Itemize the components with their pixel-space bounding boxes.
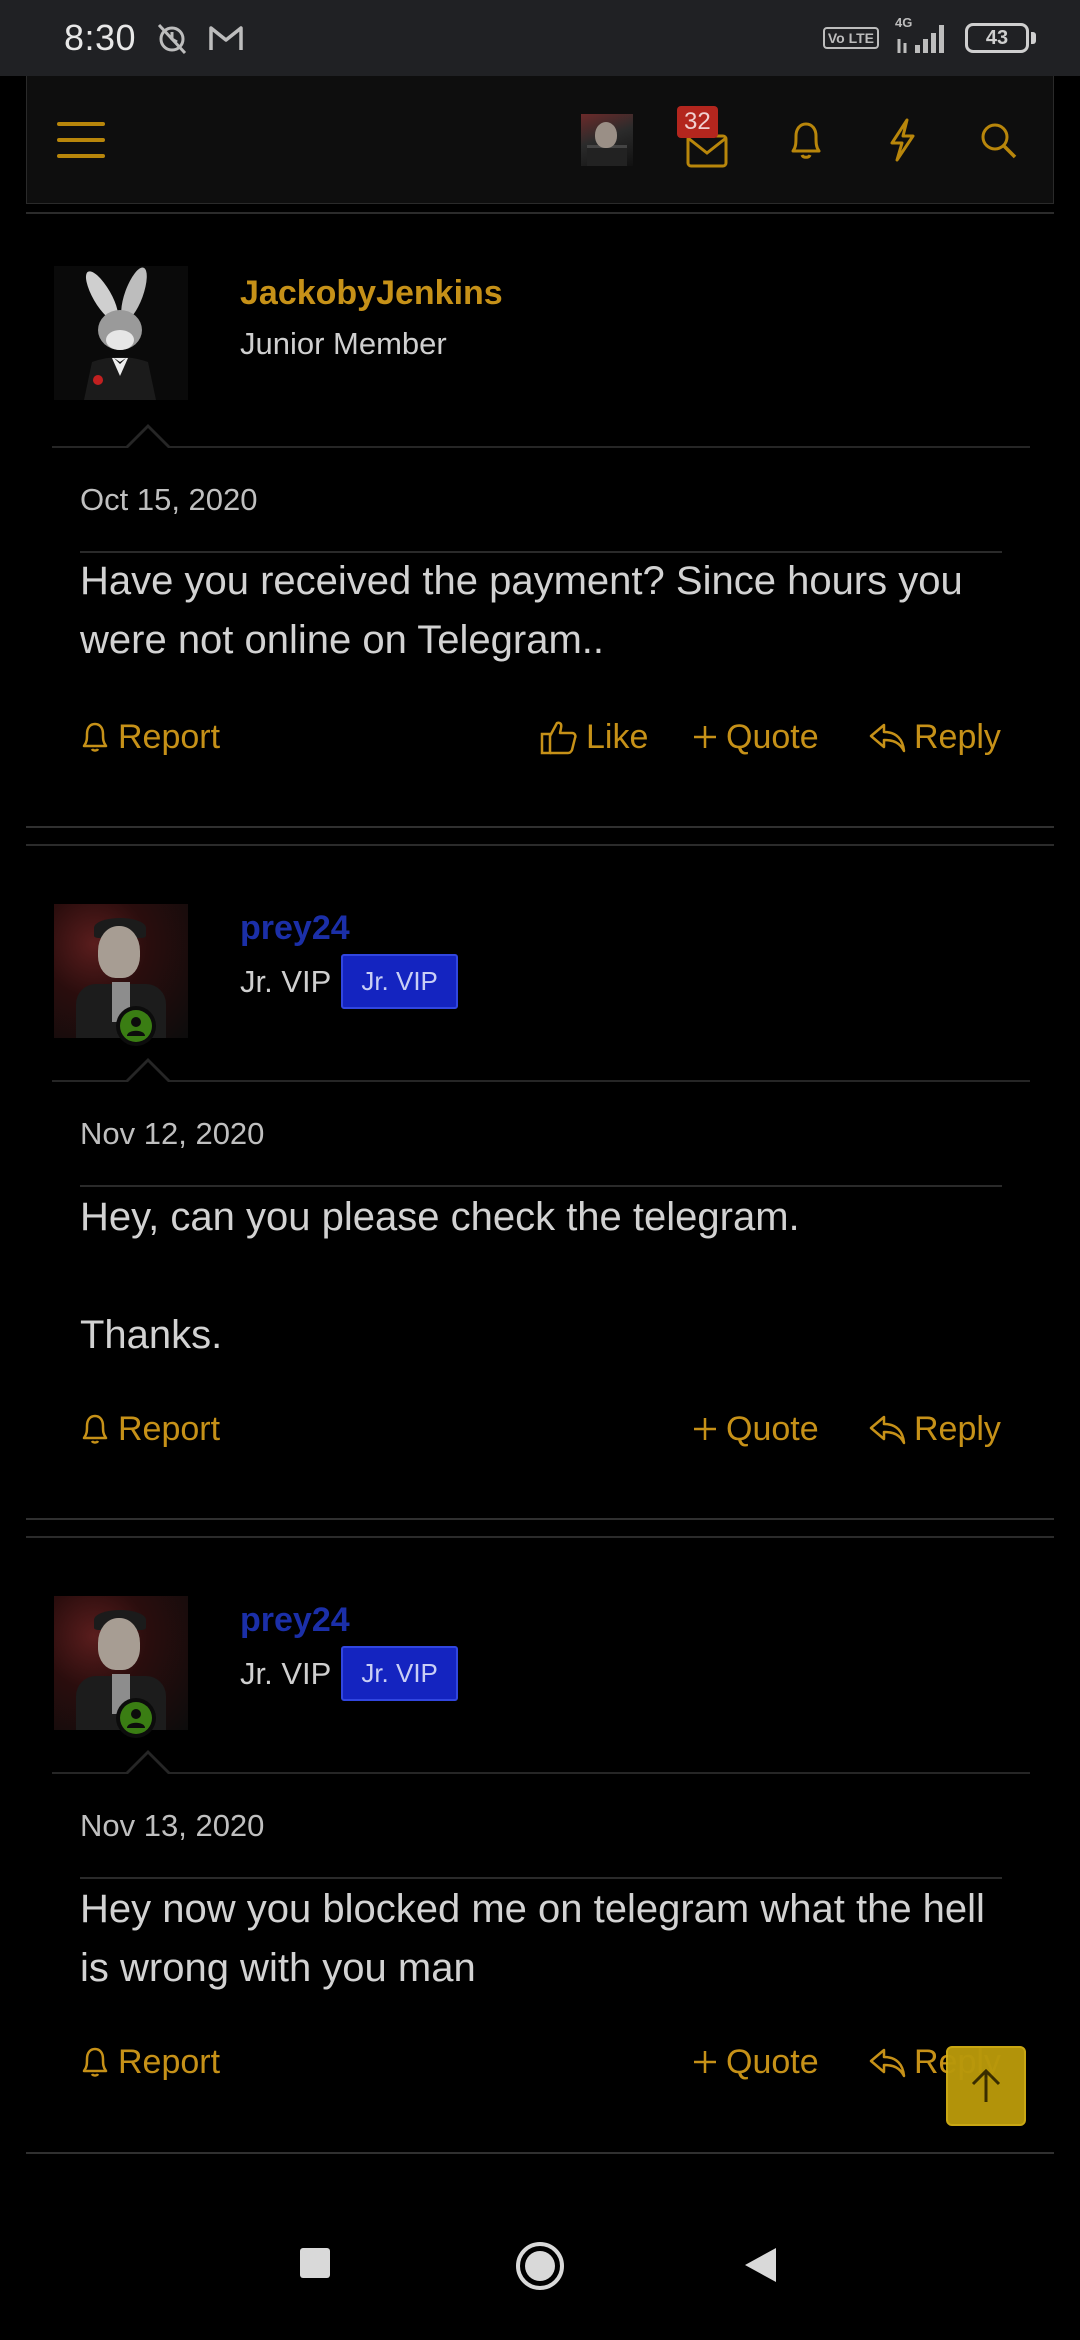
date-divider (80, 1185, 1002, 1187)
post-separator (26, 826, 1054, 828)
user-avatar[interactable] (54, 266, 188, 400)
network-type: 4G (895, 15, 913, 30)
quote-label: Quote (726, 717, 819, 756)
battery-icon: 43 (965, 23, 1036, 53)
bell-icon (82, 2047, 108, 2077)
reply-label: Reply (914, 1409, 1001, 1448)
user-title: Junior Member (240, 326, 447, 362)
bell-icon[interactable] (781, 115, 831, 165)
reply-button[interactable]: Reply (868, 712, 1001, 762)
reply-label: Reply (914, 717, 1001, 756)
reply-icon (869, 2048, 906, 2078)
inbox-count-badge: 32 (677, 105, 718, 138)
plus-icon (694, 2051, 716, 2073)
bell-icon (82, 722, 108, 752)
divider (26, 844, 1054, 846)
menu-icon[interactable] (57, 121, 105, 158)
plus-icon (694, 1418, 716, 1440)
reply-icon (869, 723, 906, 753)
reply-icon (869, 1415, 906, 1445)
scroll-to-top-button[interactable] (946, 2046, 1026, 2126)
app-header: 32 (26, 76, 1054, 204)
post-message: Have you received the payment? Since hou… (80, 559, 963, 662)
quote-button[interactable]: Quote (692, 1404, 819, 1454)
online-status-icon (116, 1006, 156, 1046)
report-label: Report (118, 717, 221, 756)
post-header-divider (52, 1772, 1030, 1774)
bell-icon (82, 1414, 108, 1444)
user-title: Jr. VIP Jr. VIP (240, 1646, 458, 1701)
post-separator (26, 1518, 1054, 1520)
back-icon[interactable] (742, 2246, 778, 2289)
like-button[interactable]: Like (540, 712, 648, 762)
arrow-up-icon (971, 2068, 1001, 2102)
post-separator (26, 2152, 1054, 2154)
account-avatar[interactable] (581, 113, 633, 166)
divider-notch-fill (128, 1062, 168, 1082)
quote-label: Quote (726, 1409, 819, 1448)
user-title-text: Junior Member (240, 326, 447, 361)
lightning-icon[interactable] (877, 115, 927, 165)
alarm-off-icon (154, 20, 190, 56)
search-icon[interactable] (973, 115, 1023, 165)
like-label: Like (586, 717, 649, 756)
inbox-button[interactable]: 32 (677, 105, 735, 168)
username-link[interactable]: prey24 (240, 909, 350, 948)
quote-label: Quote (726, 2042, 819, 2081)
report-label: Report (118, 1409, 221, 1448)
report-button[interactable]: Report (80, 2037, 220, 2087)
vip-badge: Jr. VIP (341, 1646, 458, 1701)
plus-icon (694, 726, 716, 748)
status-time: 8:30 (64, 17, 137, 58)
post-message: Hey, can you please check the telegram. … (80, 1195, 800, 1357)
post-date[interactable]: Nov 12, 2020 (80, 1116, 264, 1152)
gmail-icon (208, 23, 244, 53)
reply-button[interactable]: Reply (868, 1404, 1001, 1454)
vip-badge: Jr. VIP (341, 954, 458, 1009)
volte-icon: Vo LTE (822, 27, 879, 49)
signal-icon: 4G (893, 15, 951, 55)
divider-notch-fill (128, 1754, 168, 1774)
battery-level: 43 (965, 23, 1029, 53)
user-title-text: Jr. VIP (240, 1655, 332, 1691)
envelope-icon (686, 134, 728, 167)
username-link[interactable]: prey24 (240, 1601, 350, 1640)
post-header-divider (52, 446, 1030, 448)
user-title: Jr. VIP Jr. VIP (240, 954, 458, 1009)
post-actions: Report Like Quote Reply (80, 712, 1002, 762)
thumbs-up-icon (540, 721, 577, 755)
report-button[interactable]: Report (80, 712, 220, 762)
online-status-icon (116, 1698, 156, 1738)
date-divider (80, 1877, 1002, 1879)
quote-button[interactable]: Quote (692, 712, 819, 762)
home-icon[interactable] (514, 2240, 566, 2297)
quote-button[interactable]: Quote (692, 2037, 819, 2087)
post-date[interactable]: Nov 13, 2020 (80, 1808, 264, 1844)
report-button[interactable]: Report (80, 1404, 220, 1454)
recents-icon[interactable] (298, 2246, 332, 2285)
post-actions: Report Quote Reply (80, 1404, 1002, 1454)
user-title-text: Jr. VIP (240, 963, 332, 999)
post-actions: Report Quote Reply (80, 2037, 1002, 2087)
divider (26, 1536, 1054, 1538)
divider (26, 212, 1054, 214)
post-header-divider (52, 1080, 1030, 1082)
divider-notch-fill (128, 428, 168, 448)
post-message: Hey now you blocked me on telegram what … (80, 1887, 985, 1990)
report-label: Report (118, 2042, 221, 2081)
status-bar: 8:30 Vo LTE 4G 43 (0, 0, 1080, 76)
post-date[interactable]: Oct 15, 2020 (80, 482, 258, 518)
username-link[interactable]: JackobyJenkins (240, 274, 503, 313)
